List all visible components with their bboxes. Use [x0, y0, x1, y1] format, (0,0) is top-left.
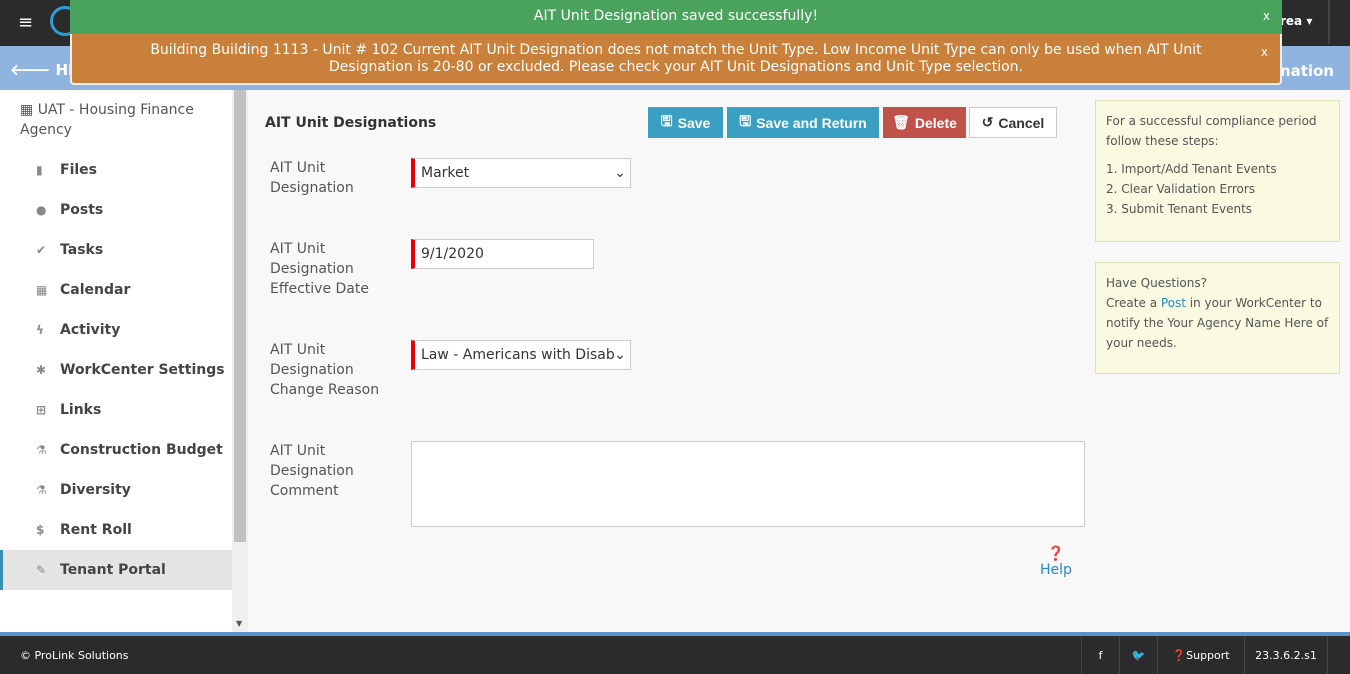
questions-panel: Have Questions? Create a Post in your Wo… — [1095, 262, 1340, 374]
step-item: 1. Import/Add Tenant Events — [1106, 162, 1277, 176]
delete-button[interactable]: 🗑 Delete — [883, 107, 966, 138]
sidebar-item-files[interactable]: ▮ Files — [0, 150, 232, 190]
footer: © ProLink Solutions f 🐦 ❓ Support 23.3.6.… — [0, 632, 1350, 674]
questions-text: Create a Post in your WorkCenter to noti… — [1106, 293, 1329, 353]
sidebar-item-tenant-portal[interactable]: ✎ Tenant Portal — [0, 550, 232, 590]
sidebar-item-label: Calendar — [60, 282, 131, 298]
agency-label: UAT - Housing Finance Agency — [20, 102, 194, 138]
menu-icon[interactable]: ≡ — [18, 12, 33, 33]
twitter-link[interactable]: 🐦 — [1119, 636, 1157, 674]
sidebar-item-rent-roll[interactable]: $ Rent Roll — [0, 510, 232, 550]
questions-title: Have Questions? — [1106, 276, 1207, 290]
save-button[interactable]: 🖫 Save — [648, 107, 723, 138]
sidebar-item-label: Links — [60, 402, 102, 418]
sidebar-item-construction-budget[interactable]: ⚗ Construction Budget — [0, 430, 232, 470]
bolt-icon: ϟ — [36, 323, 44, 337]
reason-value: Law - Americans with Disabilitie — [421, 347, 615, 363]
sidebar: ▦ UAT - Housing Finance Agency ▮ Files ● Po… — [0, 90, 232, 632]
cancel-button[interactable]: ↺ Cancel — [969, 107, 1057, 138]
sidebar-item-label: WorkCenter Settings — [60, 362, 225, 378]
main-content: AIT Unit Designations 🖫 Save 🖫 Save and Re… — [250, 90, 1090, 632]
dollar-icon: $ — [36, 523, 45, 537]
trash-icon: 🗑 — [892, 114, 910, 130]
gear-icon: ✱ — [36, 363, 47, 377]
pencil-icon: ✎ — [36, 563, 47, 577]
save-and-return-button[interactable]: 🖫 Save and Return — [727, 107, 879, 138]
q-pre: Create a — [1106, 296, 1161, 310]
sidebar-item-links[interactable]: ⊞ Links — [0, 390, 232, 430]
sidebar-item-label: Posts — [60, 202, 104, 218]
agency-name[interactable]: ▦ UAT - Housing Finance Agency — [0, 90, 232, 150]
designation-label: AIT Unit Designation — [270, 160, 354, 196]
sidebar-item-label: Activity — [60, 322, 121, 338]
flask-icon: ⚗ — [36, 443, 47, 457]
designation-value: Market — [421, 165, 470, 181]
question-icon: ❓ — [1172, 648, 1187, 662]
undo-icon: ↺ — [981, 114, 994, 130]
step-item: 2. Clear Validation Errors — [1106, 182, 1256, 196]
cancel-label: Cancel — [998, 114, 1045, 131]
sidebar-item-activity[interactable]: ϟ Activity — [0, 310, 232, 350]
facebook-link[interactable]: f — [1081, 636, 1119, 674]
sidebar-item-tasks[interactable]: ✔ Tasks — [0, 230, 232, 270]
version: 23.3.6.2.s1 — [1244, 636, 1328, 674]
sidebar-item-label: Construction Budget — [60, 442, 223, 458]
sidebar-item-calendar[interactable]: ▦ Calendar — [0, 270, 232, 310]
help-link[interactable]: ❓ Help — [1040, 546, 1072, 578]
change-reason-select[interactable]: Law - Americans with Disabilitie⌄ — [411, 340, 631, 370]
sidebar-item-workcenter-settings[interactable]: ✱ WorkCenter Settings — [0, 350, 232, 390]
account-label: rea — [1280, 14, 1303, 28]
chevron-down-icon: ⌄ — [614, 347, 626, 363]
close-icon[interactable]: x — [1263, 0, 1270, 32]
effective-date-input[interactable]: 9/1/2020 — [411, 239, 594, 269]
save-return-label: Save and Return — [756, 114, 867, 131]
warning-message: Building Building 1113 - Unit # 102 Curr… — [150, 42, 1202, 75]
divider — [1328, 0, 1330, 44]
file-icon: ▮ — [36, 163, 43, 177]
comments-icon: ● — [36, 203, 47, 217]
chevron-down-icon: ⌄ — [614, 165, 626, 181]
sidebar-item-label: Tasks — [60, 242, 104, 258]
facebook-icon: f — [1098, 648, 1103, 662]
change-reason-label: AIT Unit Designation Change Reason — [270, 342, 380, 398]
twitter-icon: 🐦 — [1131, 648, 1146, 662]
designation-select[interactable]: Market ⌄ — [411, 158, 631, 188]
post-link[interactable]: Post — [1161, 296, 1186, 310]
page-title: AIT Unit Designations — [265, 115, 437, 131]
save-icon: 🖫 — [660, 112, 673, 129]
close-icon[interactable]: x — [1261, 44, 1268, 61]
sidebar-item-posts[interactable]: ● Posts — [0, 190, 232, 230]
success-message: AIT Unit Designation saved successfully! — [533, 8, 819, 24]
account-dropdown[interactable]: rea ▾ — [1280, 14, 1312, 28]
sidebar-item-label: Rent Roll — [60, 522, 132, 538]
steps-panel: For a successful compliance period follo… — [1095, 100, 1340, 242]
copyright: © ProLink Solutions — [20, 649, 129, 662]
support-label: Support — [1186, 648, 1230, 662]
sidebar-item-label: Tenant Portal — [60, 562, 166, 578]
warning-alert: Building Building 1113 - Unit # 102 Curr… — [70, 34, 1282, 85]
success-alert: AIT Unit Designation saved successfully!… — [70, 0, 1282, 34]
steps-intro: For a successful compliance period follo… — [1106, 114, 1317, 148]
save-label: Save — [677, 114, 711, 131]
sidebar-scrollbar[interactable]: ▼ — [232, 90, 248, 632]
question-icon: ❓ — [1047, 546, 1065, 562]
help-label: Help — [1040, 562, 1072, 578]
scroll-down-icon[interactable]: ▼ — [236, 619, 242, 628]
date-value: 9/1/2020 — [421, 246, 484, 262]
comment-textarea[interactable] — [411, 441, 1085, 527]
comment-label: AIT Unit Designation Comment — [270, 443, 354, 499]
scroll-thumb[interactable] — [234, 90, 246, 542]
check-icon: ✔ — [36, 243, 47, 257]
delete-label: Delete — [914, 114, 957, 131]
step-item: 3. Submit Tenant Events — [1106, 202, 1253, 216]
sidebar-item-label: Diversity — [60, 482, 131, 498]
sitemap-icon: ⊞ — [36, 403, 47, 417]
sidebar-item-label: Files — [60, 162, 97, 178]
calendar-icon: ▦ — [36, 283, 48, 297]
sidebar-item-diversity[interactable]: ⚗ Diversity — [0, 470, 232, 510]
flask-icon: ⚗ — [36, 483, 47, 497]
save-icon: 🖫 — [739, 112, 752, 129]
support-link[interactable]: ❓ Support — [1157, 636, 1244, 674]
effective-date-label: AIT Unit Designation Effective Date — [270, 241, 369, 297]
